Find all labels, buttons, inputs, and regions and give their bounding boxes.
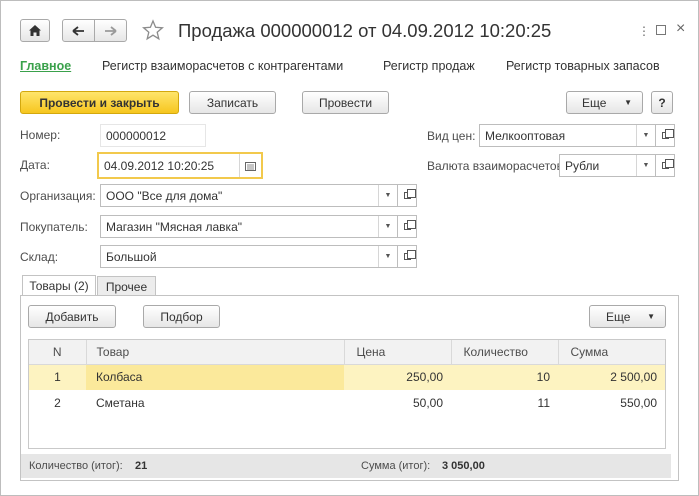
quantity-total-label: Количество (итог): bbox=[29, 460, 123, 472]
home-button[interactable] bbox=[20, 19, 50, 42]
post-and-close-button[interactable]: Провести и закрыть bbox=[20, 91, 179, 114]
table-row[interactable]: 2 Сметана 50,00 11 550,00 bbox=[29, 390, 665, 416]
table-more-button[interactable]: Еще ▼ bbox=[589, 305, 666, 328]
date-label: Дата: bbox=[20, 158, 50, 172]
window-menu-icon[interactable]: ⋮ bbox=[638, 24, 650, 38]
chevron-down-icon: ▼ bbox=[624, 98, 632, 107]
nav-inventory-register[interactable]: Регистр товарных запасов bbox=[506, 59, 660, 73]
save-button[interactable]: Записать bbox=[189, 91, 276, 114]
cell-n: 1 bbox=[54, 370, 61, 385]
table-more-label: Еще bbox=[606, 309, 631, 324]
cell-sum: 2 500,00 bbox=[610, 370, 657, 385]
window-title: Продажа 000000012 от 04.09.2012 10:20:25 bbox=[178, 20, 552, 41]
dropdown-icon[interactable]: ▼ bbox=[378, 246, 397, 267]
open-icon bbox=[403, 220, 416, 230]
cell-price: 50,00 bbox=[412, 396, 443, 410]
dropdown-icon[interactable]: ▼ bbox=[378, 216, 397, 237]
date-field[interactable]: 04.09.2012 10:20:25 bbox=[97, 152, 263, 179]
column-product[interactable]: Товар bbox=[86, 340, 345, 365]
number-label: Номер: bbox=[20, 128, 61, 142]
open-icon bbox=[661, 159, 674, 169]
price-type-label: Вид цен: bbox=[427, 129, 476, 143]
arrow-left-icon bbox=[72, 25, 84, 36]
document-window: Продажа 000000012 от 04.09.2012 10:20:25… bbox=[0, 0, 699, 496]
nav-main[interactable]: Главное bbox=[20, 59, 71, 73]
cell-price: 250,00 bbox=[406, 370, 443, 385]
cell-product[interactable]: Колбаса bbox=[86, 364, 344, 390]
column-sum[interactable]: Сумма bbox=[558, 340, 665, 365]
buyer-field[interactable]: Магазин "Мясная лавка" ▼ bbox=[100, 215, 398, 238]
dropdown-icon[interactable]: ▼ bbox=[378, 185, 397, 206]
column-price[interactable]: Цена bbox=[344, 340, 452, 365]
currency-open-button[interactable] bbox=[656, 154, 675, 177]
organization-open-button[interactable] bbox=[398, 184, 417, 207]
chevron-down-icon: ▼ bbox=[647, 312, 655, 321]
star-icon[interactable] bbox=[141, 19, 165, 41]
open-icon bbox=[403, 250, 416, 260]
open-icon bbox=[403, 189, 416, 199]
currency-field[interactable]: Рубли ▼ bbox=[559, 154, 656, 177]
dropdown-icon[interactable]: ▼ bbox=[636, 155, 655, 176]
cell-quantity: 10 bbox=[536, 370, 550, 385]
sum-total-value: 3 050,00 bbox=[442, 460, 485, 472]
cell-sum: 550,00 bbox=[620, 396, 657, 410]
post-button[interactable]: Провести bbox=[302, 91, 389, 114]
buyer-open-button[interactable] bbox=[398, 215, 417, 238]
close-icon[interactable]: × bbox=[676, 20, 685, 38]
cell-product[interactable]: Сметана bbox=[86, 390, 344, 416]
back-button[interactable] bbox=[62, 19, 95, 42]
sum-total-label: Сумма (итог): bbox=[361, 460, 431, 472]
calendar-icon[interactable] bbox=[239, 154, 261, 177]
quantity-total-value: 21 bbox=[135, 460, 148, 472]
organization-label: Организация: bbox=[20, 189, 96, 203]
maximize-icon[interactable] bbox=[656, 25, 666, 35]
warehouse-open-button[interactable] bbox=[398, 245, 417, 268]
select-button[interactable]: Подбор bbox=[143, 305, 220, 328]
column-n[interactable]: N bbox=[29, 340, 87, 365]
warehouse-label: Склад: bbox=[20, 250, 59, 264]
tab-goods[interactable]: Товары (2) bbox=[22, 275, 96, 296]
home-icon bbox=[29, 25, 41, 36]
organization-field[interactable]: ООО "Все для дома" ▼ bbox=[100, 184, 398, 207]
nav-sales-register[interactable]: Регистр продаж bbox=[383, 59, 475, 73]
price-type-open-button[interactable] bbox=[656, 124, 675, 147]
cell-quantity: 11 bbox=[537, 396, 550, 410]
price-type-field[interactable]: Мелкооптовая ▼ bbox=[479, 124, 656, 147]
buyer-label: Покупатель: bbox=[20, 220, 88, 234]
warehouse-field[interactable]: Большой ▼ bbox=[100, 245, 398, 268]
forward-button[interactable] bbox=[94, 19, 127, 42]
more-label: Еще bbox=[582, 95, 607, 110]
currency-label: Валюта взаиморасчетов: bbox=[427, 159, 567, 173]
add-button[interactable]: Добавить bbox=[28, 305, 116, 328]
goods-table: N Товар Цена Количество Сумма 1 Колбаса … bbox=[28, 339, 666, 449]
help-button[interactable]: ? bbox=[651, 91, 673, 114]
more-button[interactable]: Еще ▼ bbox=[566, 91, 643, 114]
tab-other[interactable]: Прочее bbox=[97, 276, 156, 296]
number-field[interactable]: 000000012 bbox=[100, 124, 206, 147]
cell-n: 2 bbox=[54, 396, 61, 410]
table-header: N Товар Цена Количество Сумма bbox=[29, 340, 665, 365]
table-row[interactable]: 1 Колбаса 250,00 10 2 500,00 bbox=[29, 364, 665, 390]
arrow-right-icon bbox=[105, 25, 117, 36]
nav-settlements-register[interactable]: Регистр взаиморасчетов с контрагентами bbox=[102, 59, 343, 73]
column-quantity[interactable]: Количество bbox=[451, 340, 559, 365]
dropdown-icon[interactable]: ▼ bbox=[636, 125, 655, 146]
open-icon bbox=[661, 129, 674, 139]
